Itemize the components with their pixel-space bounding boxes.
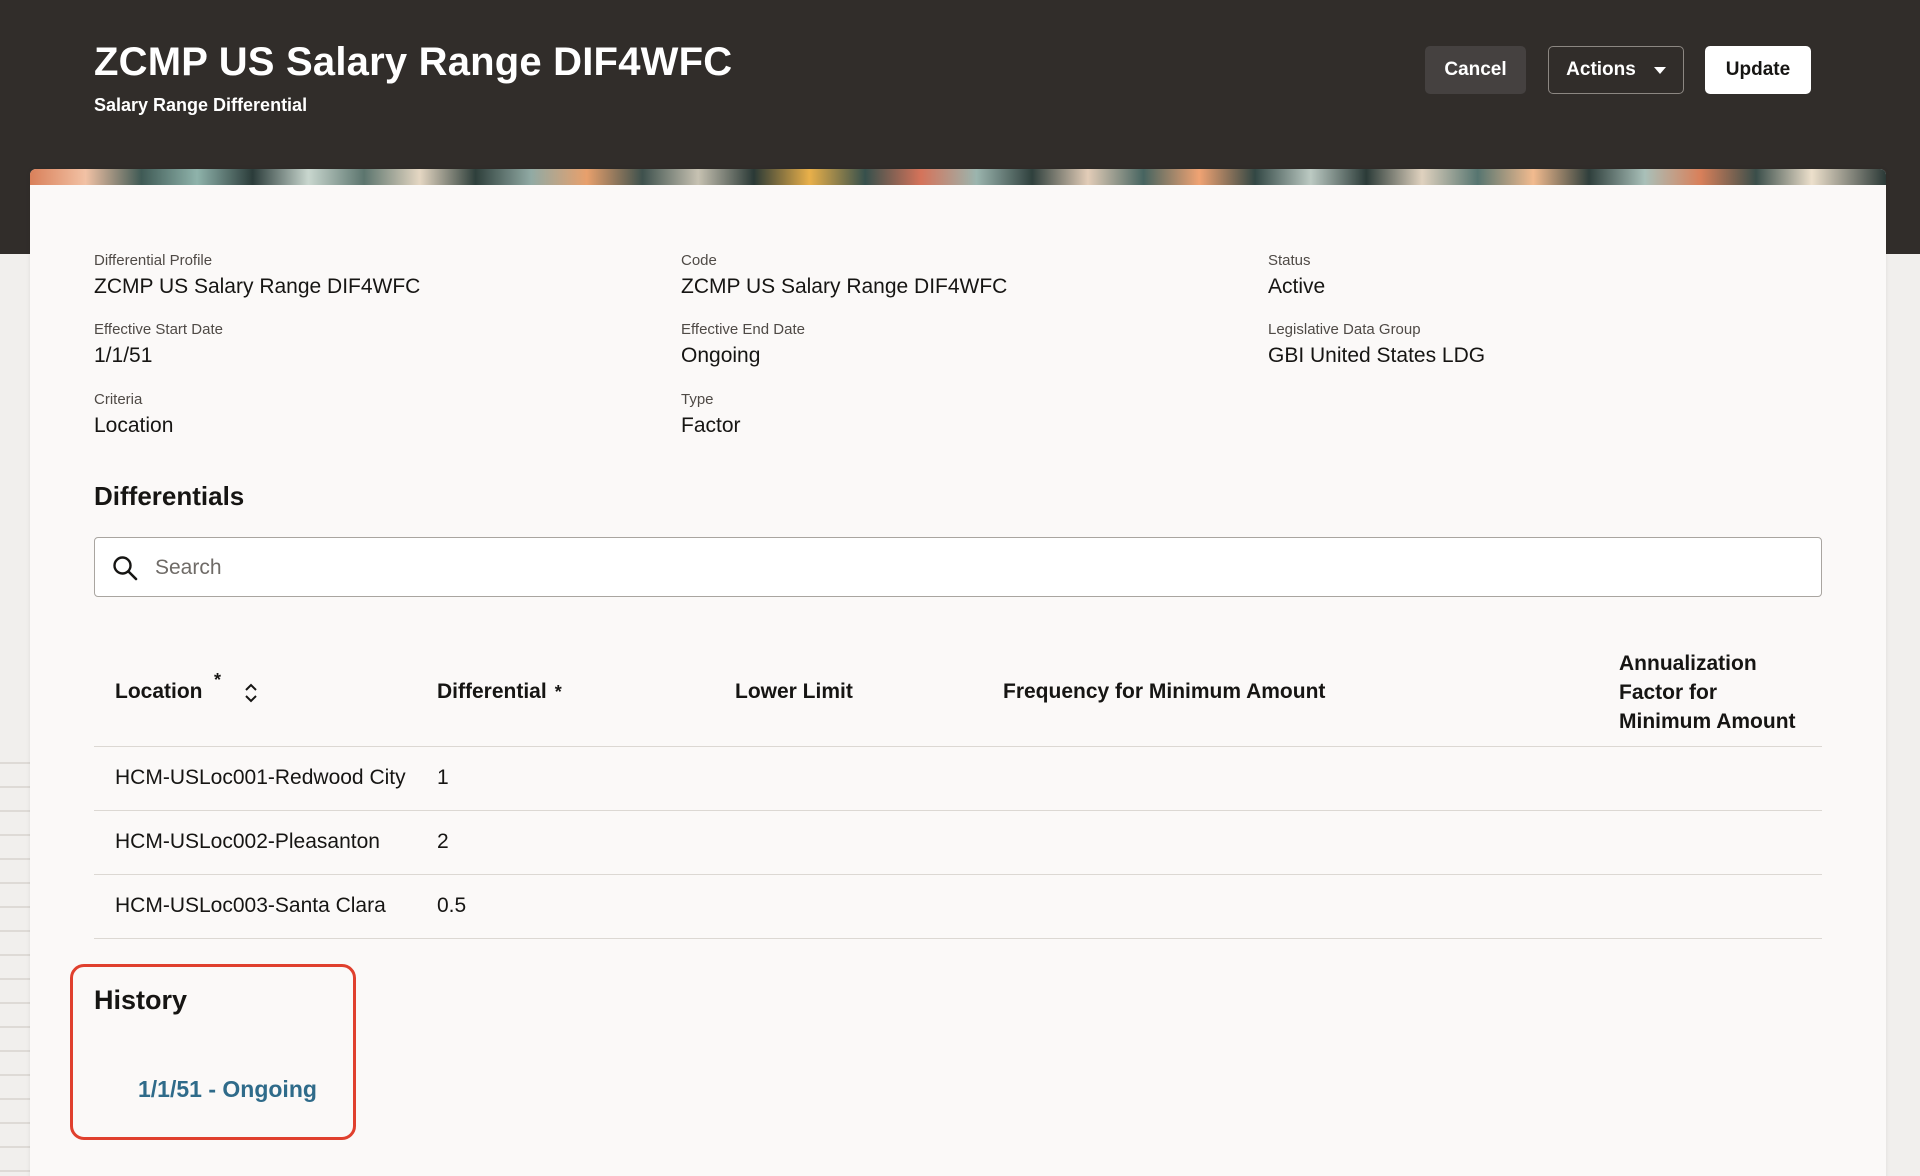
decorative-background [0, 740, 30, 1176]
table-cell-location[interactable]: HCM-USLoc002-Pleasanton [115, 830, 425, 854]
table-divider [94, 746, 1822, 747]
status-field: Status Active [1268, 252, 1828, 299]
actions-button-label: Actions [1566, 59, 1636, 80]
history-period-link[interactable]: 1/1/51 - Ongoing [138, 1076, 317, 1103]
field-value: Factor [681, 414, 741, 437]
field-label: Effective End Date [681, 321, 805, 338]
code-field: Code ZCMP US Salary Range DIF4WFC [681, 252, 1241, 299]
effective-start-date-field: Effective Start Date 1/1/51 [94, 321, 654, 368]
column-header-annualization-factor: Annualization Factor for Minimum Amount [1619, 649, 1796, 736]
cancel-button-label: Cancel [1444, 59, 1507, 80]
page-title: ZCMP US Salary Range DIF4WFC [94, 40, 733, 84]
field-label: Legislative Data Group [1268, 321, 1421, 338]
table-cell-differential[interactable]: 0.5 [437, 894, 466, 918]
differentials-section-title: Differentials [94, 481, 245, 511]
column-header-label: Differential [437, 680, 547, 703]
field-label: Criteria [94, 391, 143, 408]
column-header-location[interactable]: Location [115, 677, 203, 706]
table-cell-location[interactable]: HCM-USLoc003-Santa Clara [115, 894, 425, 918]
history-section-title: History [94, 985, 188, 1015]
required-marker: * [214, 670, 222, 690]
field-value: GBI United States LDG [1268, 344, 1486, 367]
column-header-frequency-minimum: Frequency for Minimum Amount [1003, 680, 1326, 703]
sort-icon[interactable] [242, 681, 260, 705]
required-marker: * [554, 682, 562, 702]
criteria-field: Criteria Location [94, 391, 654, 438]
table-divider [94, 874, 1822, 875]
field-label: Code [681, 252, 717, 269]
field-label: Status [1268, 252, 1311, 269]
effective-end-date-field: Effective End Date Ongoing [681, 321, 1241, 368]
chevron-down-icon [1653, 66, 1666, 74]
field-value: 1/1/51 [94, 344, 153, 367]
column-header-line: Annualization [1619, 652, 1757, 675]
differential-profile-field: Differential Profile ZCMP US Salary Rang… [94, 252, 654, 299]
search-icon [113, 556, 138, 581]
update-button-label: Update [1725, 59, 1791, 80]
legislative-data-group-field: Legislative Data Group GBI United States… [1268, 321, 1828, 368]
actions-menu-button[interactable]: Actions [1548, 46, 1684, 94]
type-field: Type Factor [681, 391, 1241, 438]
main-card: Differential Profile ZCMP US Salary Rang… [30, 169, 1886, 1176]
field-label: Effective Start Date [94, 321, 223, 338]
field-value: Location [94, 414, 174, 437]
column-header-differential: Differential * [437, 677, 562, 707]
search-input[interactable] [153, 548, 1807, 588]
field-value: ZCMP US Salary Range DIF4WFC [94, 275, 421, 298]
table-cell-differential[interactable]: 1 [437, 766, 449, 790]
table-divider [94, 938, 1822, 939]
column-header-lower-limit: Lower Limit [735, 680, 853, 703]
column-header-line: Minimum Amount [1619, 710, 1796, 733]
table-divider [94, 810, 1822, 811]
field-label: Differential Profile [94, 252, 213, 269]
page-subtitle: Salary Range Differential [94, 95, 308, 115]
field-value: ZCMP US Salary Range DIF4WFC [681, 275, 1008, 298]
update-button[interactable]: Update [1705, 46, 1811, 94]
field-value: Active [1268, 275, 1326, 298]
field-label: Type [681, 391, 714, 408]
table-cell-location[interactable]: HCM-USLoc001-Redwood City [115, 766, 425, 790]
table-cell-differential[interactable]: 2 [437, 830, 449, 854]
cancel-button[interactable]: Cancel [1425, 46, 1526, 94]
column-header-label: Location [115, 680, 203, 703]
decorative-banner [30, 169, 1886, 185]
column-header-line: Factor for [1619, 681, 1718, 704]
page: ZCMP US Salary Range DIF4WFC Salary Rang… [0, 0, 1920, 1176]
field-value: Ongoing [681, 344, 761, 367]
search-box[interactable] [94, 537, 1822, 597]
